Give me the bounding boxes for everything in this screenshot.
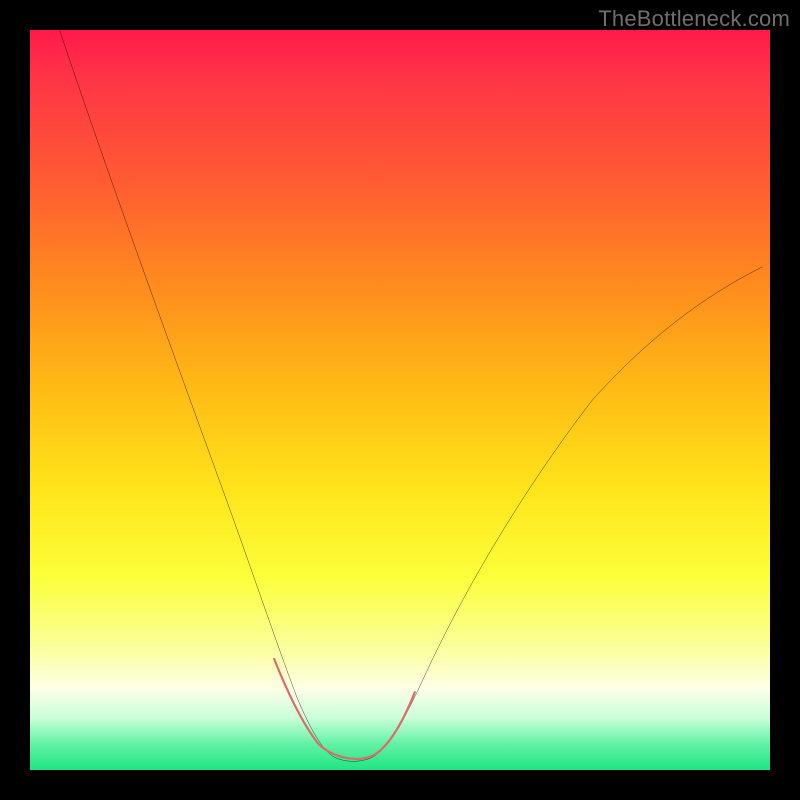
- optimal-zone-highlight: [274, 659, 415, 759]
- bottleneck-curve-svg: [30, 30, 770, 770]
- bottleneck-curve: [60, 30, 763, 761]
- chart-frame: TheBottleneck.com: [0, 0, 800, 800]
- plot-area: [30, 30, 770, 770]
- watermark-text: TheBottleneck.com: [598, 6, 790, 32]
